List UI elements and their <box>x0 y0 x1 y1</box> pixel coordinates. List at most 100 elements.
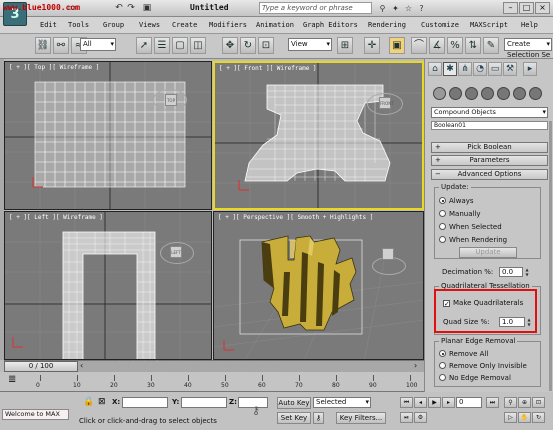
viewport-perspective[interactable]: [ + ][ Perspective ][ Smooth + Highlight… <box>213 211 424 360</box>
set-key-icon[interactable]: ⚷ <box>313 412 324 424</box>
current-frame-field[interactable]: 0 <box>456 397 482 408</box>
go-to-end-icon[interactable]: ⏭ <box>486 397 499 408</box>
menu-customize[interactable]: Customize <box>421 21 459 29</box>
snaps-toggle-icon[interactable]: ⌒ <box>411 37 427 54</box>
reference-coordinate-select[interactable]: View <box>288 38 332 51</box>
viewport-perspective-label[interactable]: [ + ][ Perspective ][ Smooth + Highlight… <box>218 214 373 221</box>
tab-display-icon[interactable]: ▭ <box>488 62 502 76</box>
previous-frame-icon[interactable]: ◂ <box>414 397 427 408</box>
update-always-radio[interactable]: Always <box>439 197 474 205</box>
search-input[interactable]: Type a keyword or phrase <box>259 2 372 14</box>
viewport-front-label[interactable]: [ + ][ Front ][ Wireframe ] <box>219 65 317 72</box>
play-icon[interactable]: ▶ <box>428 397 441 408</box>
shapes-icon[interactable] <box>449 87 462 100</box>
hold-icon[interactable]: ▣ <box>141 3 153 14</box>
menu-animation[interactable]: Animation <box>256 21 294 29</box>
zoom-icon[interactable]: ⚲ <box>504 397 517 408</box>
named-selection-set-select[interactable]: Create Selection Se <box>504 38 552 59</box>
trackbar[interactable]: ≣ 0 10 20 30 40 50 60 70 80 90 100 <box>0 372 424 392</box>
update-button[interactable]: Update <box>459 247 517 258</box>
set-key-button[interactable]: Set Key <box>277 412 311 424</box>
viewport-top[interactable]: TOP [ + ][ Top ][ Wireframe ] <box>4 61 212 210</box>
edit-named-selection-icon[interactable]: ✎ <box>483 37 499 54</box>
menu-maxscript[interactable]: MAXScript <box>470 21 508 29</box>
close-button[interactable]: × <box>535 2 550 14</box>
lock-selection-icon[interactable]: 🔒 <box>83 397 94 407</box>
key-mode-toggle-icon[interactable]: ⏯ <box>400 412 413 423</box>
auto-key-button[interactable]: Auto Key <box>277 397 311 409</box>
no-edge-removal-radio[interactable]: No Edge Removal <box>439 374 511 382</box>
time-configuration-icon[interactable]: ⚙ <box>414 412 427 423</box>
command-panel-scrollbar[interactable] <box>549 121 552 391</box>
pivot-icon[interactable]: ⊞ <box>337 37 353 54</box>
spinner-snap-icon[interactable]: ⇅ <box>465 37 481 54</box>
rollout-pick-boolean[interactable]: + Pick Boolean <box>431 142 548 153</box>
panel-options-icon[interactable]: ▸ <box>523 62 537 76</box>
scale-icon[interactable]: ⊡ <box>258 37 274 54</box>
viewport-left-label[interactable]: [ + ][ Left ][ Wireframe ] <box>9 214 103 221</box>
tab-modify-icon[interactable]: ⌂ <box>428 62 442 76</box>
subscription-icon[interactable]: ✦ <box>390 3 401 14</box>
mini-curve-editor-icon[interactable]: ≣ <box>8 374 16 385</box>
decimation-field[interactable]: 0.0 <box>499 267 523 277</box>
y-coord-field[interactable] <box>181 397 227 408</box>
region-select-icon[interactable]: ▢ <box>172 37 188 54</box>
unlink-icon[interactable]: ⚯ <box>53 37 69 54</box>
prev-frame-icon[interactable]: ‹ <box>80 361 83 370</box>
cameras-icon[interactable] <box>481 87 494 100</box>
update-when-rendering-radio[interactable]: When Rendering <box>439 236 507 244</box>
field-of-view-icon[interactable]: ▷ <box>504 412 517 423</box>
viewcube-perspective[interactable] <box>382 248 394 260</box>
percent-snap-icon[interactable]: % <box>447 37 463 54</box>
geometry-icon[interactable] <box>433 87 446 100</box>
search-icon[interactable]: ⚲ <box>377 3 388 14</box>
manipulate-icon[interactable]: ✛ <box>364 37 380 54</box>
menu-graph-editors[interactable]: Graph Editors <box>303 21 358 29</box>
menu-group[interactable]: Group <box>103 21 124 29</box>
key-filters-button[interactable]: Key Filters... <box>336 412 386 424</box>
select-object-icon[interactable]: ➚ <box>136 37 152 54</box>
selection-filter-select[interactable]: All <box>80 38 116 51</box>
menu-tools[interactable]: Tools <box>68 21 89 29</box>
angle-snap-icon[interactable]: ∡ <box>429 37 445 54</box>
zoom-extents-icon[interactable]: ⊡ <box>532 397 545 408</box>
absolute-transform-icon[interactable]: ⊠ <box>98 397 106 407</box>
key-mode-select[interactable]: Selected <box>313 397 371 408</box>
rollout-parameters[interactable]: + Parameters <box>431 155 548 166</box>
tab-hierarchy-icon[interactable]: ⋔ <box>458 62 472 76</box>
zoom-all-icon[interactable]: ⊕ <box>518 397 531 408</box>
window-crossing-icon[interactable]: ◫ <box>190 37 206 54</box>
help-icon[interactable]: ? <box>416 3 427 14</box>
menu-edit[interactable]: Edit <box>40 21 57 29</box>
remove-only-invisible-radio[interactable]: Remove Only Invisible <box>439 362 527 370</box>
viewcube-front[interactable]: FRONT <box>379 97 394 109</box>
menu-rendering[interactable]: Rendering <box>368 21 406 29</box>
star-icon[interactable]: ☆ <box>403 3 414 14</box>
viewcube-top[interactable]: TOP <box>165 94 177 106</box>
space-warps-icon[interactable] <box>513 87 526 100</box>
lights-icon[interactable] <box>465 87 478 100</box>
menu-modifiers[interactable]: Modifiers <box>209 21 247 29</box>
orbit-icon[interactable]: ↻ <box>532 412 545 423</box>
remove-all-radio[interactable]: Remove All <box>439 350 488 358</box>
select-by-name-icon[interactable]: ☰ <box>154 37 170 54</box>
move-icon[interactable]: ✥ <box>222 37 238 54</box>
time-slider-knob[interactable]: 0 / 100 <box>4 361 78 372</box>
minimize-button[interactable]: – <box>503 2 518 14</box>
viewport-top-label[interactable]: [ + ][ Top ][ Wireframe ] <box>9 64 99 71</box>
next-frame-icon[interactable]: › <box>414 361 417 370</box>
pan-icon[interactable]: ✋ <box>518 412 531 423</box>
viewcube-left[interactable]: LEFT <box>170 246 182 258</box>
next-frame-button-icon[interactable]: ▸ <box>442 397 455 408</box>
rollout-advanced-options[interactable]: − Advanced Options <box>431 169 548 180</box>
keyboard-shortcut-override-icon[interactable]: ▣ <box>389 37 405 54</box>
redo-icon[interactable]: ↷ <box>125 3 137 14</box>
tab-create-icon[interactable]: ✱ <box>443 62 457 76</box>
x-coord-field[interactable] <box>122 397 168 408</box>
rotate-icon[interactable]: ↻ <box>240 37 256 54</box>
select-and-link-icon[interactable]: ⛓ <box>35 37 51 54</box>
object-name-field[interactable]: Boolean01 <box>431 121 548 130</box>
maxscript-listener[interactable]: Welcome to MAX <box>2 409 69 420</box>
decimation-spinner-icon[interactable]: ▲ ▼ <box>524 267 530 277</box>
menu-help[interactable]: Help <box>521 21 538 29</box>
